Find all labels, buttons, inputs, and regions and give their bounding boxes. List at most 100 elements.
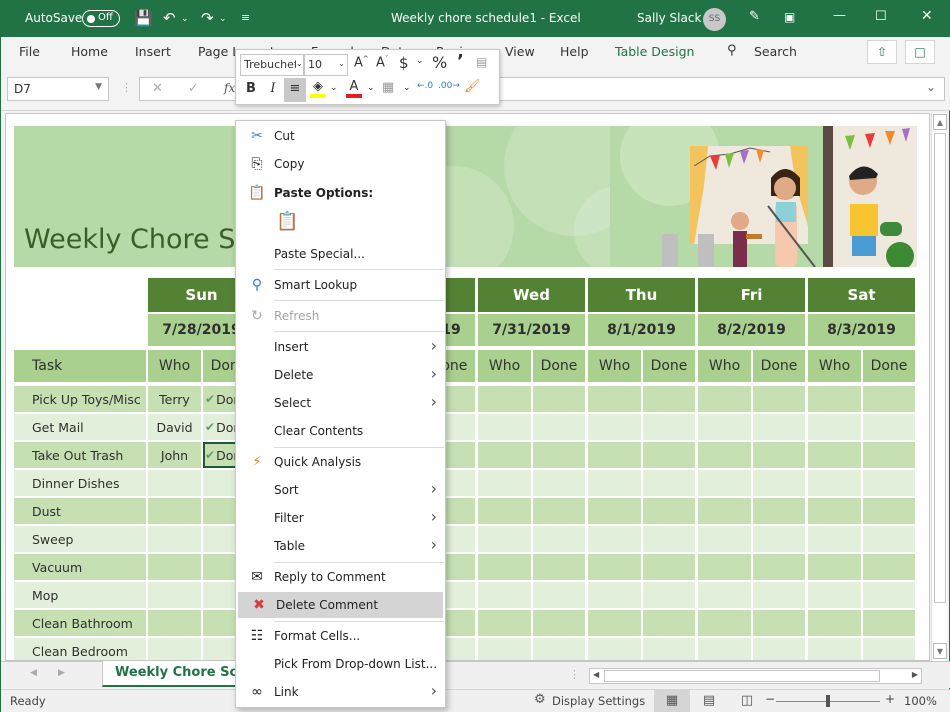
menu-item-cut[interactable]: ✂ Cut bbox=[236, 123, 445, 149]
maximize-icon[interactable]: ☐ bbox=[875, 9, 887, 24]
who-cell[interactable] bbox=[588, 526, 641, 552]
day-header[interactable]: Fri bbox=[698, 278, 805, 312]
who-header[interactable]: Who bbox=[808, 350, 861, 382]
zoom-in-button[interactable]: + bbox=[885, 692, 895, 706]
menu-item-sort[interactable]: Sort › bbox=[236, 477, 445, 503]
next-sheet-icon[interactable]: ▶ bbox=[58, 668, 65, 678]
zoom-level[interactable]: 100% bbox=[904, 694, 937, 708]
menu-item-table[interactable]: Table › bbox=[236, 533, 445, 559]
who-cell[interactable] bbox=[588, 638, 641, 660]
menu-item-smart-lookup[interactable]: ⚲ Smart Lookup bbox=[236, 272, 445, 298]
page-layout-view-button[interactable]: ▤ bbox=[691, 690, 727, 712]
comments-button[interactable]: □ bbox=[905, 40, 935, 64]
done-cell[interactable] bbox=[643, 498, 695, 524]
increase-font-icon[interactable]: A^ bbox=[354, 55, 369, 70]
who-cell[interactable] bbox=[588, 414, 641, 440]
done-cell[interactable] bbox=[863, 638, 915, 660]
who-cell[interactable] bbox=[478, 582, 531, 608]
done-cell[interactable] bbox=[863, 554, 915, 580]
who-header[interactable]: Who bbox=[588, 350, 641, 382]
done-header[interactable]: Done bbox=[643, 350, 695, 382]
merge-center-icon[interactable]: ▤ bbox=[476, 55, 487, 69]
borders-dropdown-icon[interactable]: ⌄ bbox=[403, 83, 411, 93]
who-cell[interactable] bbox=[148, 526, 201, 552]
done-cell[interactable] bbox=[643, 638, 695, 660]
task-cell[interactable]: Dust bbox=[14, 498, 146, 524]
done-header[interactable]: Done bbox=[753, 350, 805, 382]
done-cell[interactable] bbox=[753, 610, 805, 636]
who-cell[interactable] bbox=[808, 442, 861, 468]
redo-icon[interactable]: ↷ bbox=[201, 9, 214, 27]
task-cell[interactable]: Clean Bathroom bbox=[14, 610, 146, 636]
who-cell[interactable] bbox=[478, 470, 531, 496]
undo-icon[interactable]: ↶ bbox=[163, 9, 176, 27]
done-cell[interactable] bbox=[533, 414, 585, 440]
task-cell[interactable]: Clean Bedroom bbox=[14, 638, 146, 660]
prev-sheet-icon[interactable]: ◀ bbox=[30, 668, 37, 678]
font-dropdown-icon[interactable]: ⌄ bbox=[296, 59, 303, 68]
enter-icon[interactable]: ✓ bbox=[188, 81, 199, 96]
done-cell[interactable] bbox=[863, 386, 915, 412]
display-settings-button[interactable]: Display Settings bbox=[552, 694, 645, 708]
redo-dropdown-icon[interactable]: ⌄ bbox=[219, 14, 227, 24]
done-cell[interactable] bbox=[533, 442, 585, 468]
menu-item-paste-options[interactable]: 📋 Paste Options: bbox=[236, 180, 445, 206]
tab-insert[interactable]: Insert bbox=[135, 44, 171, 59]
who-cell[interactable] bbox=[698, 526, 751, 552]
task-cell[interactable]: Pick Up Toys/Misc bbox=[14, 386, 146, 412]
center-align-button[interactable]: ≡ bbox=[284, 78, 306, 102]
who-cell[interactable] bbox=[148, 610, 201, 636]
done-cell[interactable] bbox=[533, 526, 585, 552]
page-break-view-button[interactable]: ◫ bbox=[729, 690, 765, 712]
decrease-font-icon[interactable]: Aˇ bbox=[376, 55, 388, 70]
cancel-icon[interactable]: ✕ bbox=[152, 81, 163, 96]
accounting-dropdown-icon[interactable]: ⌄ bbox=[416, 56, 424, 66]
done-cell[interactable] bbox=[863, 526, 915, 552]
horizontal-scroll-thumb[interactable] bbox=[604, 670, 880, 682]
insert-function-icon[interactable]: fx bbox=[224, 81, 235, 95]
menu-item-format-cells[interactable]: ☷ Format Cells... bbox=[236, 623, 445, 649]
done-cell[interactable] bbox=[753, 554, 805, 580]
menu-item-delete[interactable]: Delete › bbox=[236, 362, 445, 388]
task-cell[interactable]: Vacuum bbox=[14, 554, 146, 580]
who-cell[interactable]: David bbox=[148, 414, 201, 440]
search-label[interactable]: Search bbox=[754, 44, 797, 59]
who-cell[interactable] bbox=[148, 638, 201, 660]
who-cell[interactable] bbox=[808, 638, 861, 660]
date-header[interactable]: 8/3/2019 bbox=[808, 314, 915, 346]
tab-help[interactable]: Help bbox=[560, 44, 589, 59]
done-cell[interactable] bbox=[643, 610, 695, 636]
avatar[interactable]: SS bbox=[703, 8, 726, 31]
done-cell[interactable] bbox=[753, 638, 805, 660]
done-header[interactable]: Done bbox=[533, 350, 585, 382]
menu-item-pick-from-drop-down-list[interactable]: Pick From Drop-down List... bbox=[236, 651, 445, 677]
zoom-out-button[interactable]: − bbox=[765, 692, 775, 706]
who-cell[interactable] bbox=[698, 638, 751, 660]
who-cell[interactable] bbox=[478, 386, 531, 412]
done-cell[interactable] bbox=[863, 610, 915, 636]
normal-view-button[interactable]: ▦ bbox=[654, 690, 690, 712]
vertical-scrollbar[interactable]: ▲ ▼ bbox=[931, 113, 947, 661]
zoom-slider-knob[interactable] bbox=[826, 695, 830, 707]
who-cell[interactable] bbox=[698, 386, 751, 412]
done-cell[interactable] bbox=[643, 414, 695, 440]
done-cell[interactable] bbox=[643, 470, 695, 496]
share-button[interactable]: ⇧ bbox=[867, 40, 897, 64]
zoom-slider[interactable] bbox=[776, 695, 880, 707]
tab-table-design[interactable]: Table Design bbox=[615, 44, 694, 59]
who-cell[interactable] bbox=[808, 582, 861, 608]
task-cell[interactable]: Get Mail bbox=[14, 414, 146, 440]
who-cell[interactable] bbox=[808, 610, 861, 636]
display-settings-icon[interactable]: ⚙ bbox=[534, 692, 546, 707]
who-cell[interactable] bbox=[588, 470, 641, 496]
increase-decimal-icon[interactable]: ←.0 bbox=[417, 81, 433, 91]
fill-color-icon[interactable]: ◈ bbox=[310, 79, 326, 98]
menu-item-refresh[interactable]: ↻ Refresh bbox=[236, 303, 445, 329]
comma-style-icon[interactable]: ’ bbox=[457, 51, 464, 72]
who-cell[interactable] bbox=[808, 526, 861, 552]
scroll-right-icon[interactable]: ▶ bbox=[912, 670, 918, 679]
done-cell[interactable] bbox=[753, 414, 805, 440]
menu-item-insert[interactable]: Insert › bbox=[236, 334, 445, 360]
done-cell[interactable] bbox=[753, 386, 805, 412]
who-cell[interactable] bbox=[588, 386, 641, 412]
